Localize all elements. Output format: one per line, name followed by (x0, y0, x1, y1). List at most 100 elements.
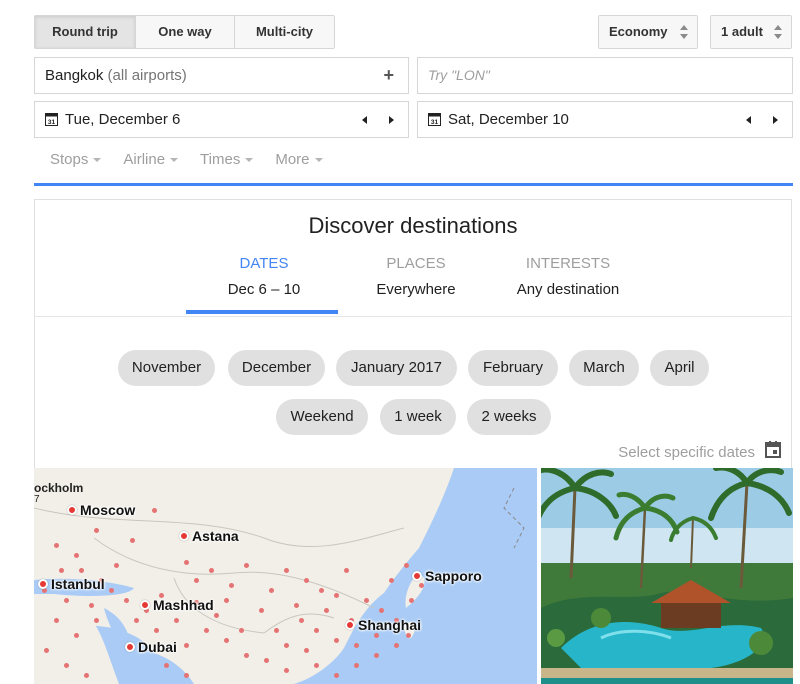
tab-value: Any destination (516, 281, 620, 298)
route-dot (389, 578, 394, 583)
caret-down-icon (93, 157, 102, 162)
prev-day-icon[interactable] (746, 115, 751, 124)
route-dot (114, 563, 119, 568)
resort-pool-image (541, 468, 793, 684)
route-dot (239, 628, 244, 633)
origin-field[interactable]: Bangkok (all airports) + (34, 57, 409, 94)
route-dot (79, 568, 84, 573)
city-label: Sapporo (425, 568, 482, 584)
calendar-icon: 31 (45, 113, 58, 126)
calendar-day: 31 (48, 119, 56, 126)
tab-dates[interactable]: DATES Dec 6 – 10 (189, 255, 339, 298)
tab-label: DATES (239, 255, 289, 272)
depart-date-field[interactable]: 31 Tue, December 6 (34, 101, 409, 138)
passengers-select[interactable]: 1 adult (710, 15, 792, 49)
duration-chip-1-week[interactable]: 1 week (380, 399, 456, 435)
duration-chip-2-weeks[interactable]: 2 weeks (467, 399, 551, 435)
route-dot (244, 563, 249, 568)
return-date-value: Sat, December 10 (448, 111, 569, 128)
return-date-field[interactable]: 31 Sat, December 10 (417, 101, 793, 138)
passengers-value: 1 adult (721, 24, 763, 39)
route-dot (184, 643, 189, 648)
city-marker-sapporo[interactable]: Sapporo (412, 568, 482, 584)
city-label: Dubai (138, 639, 177, 655)
calendar-icon[interactable] (765, 441, 781, 458)
route-dot (130, 538, 135, 543)
route-dot (44, 648, 49, 653)
city-label: Mashhad (153, 597, 214, 613)
city-marker-mashhad[interactable]: Mashhad (140, 597, 214, 613)
return-date-nav (746, 102, 778, 137)
route-dot (214, 613, 219, 618)
tab-label: INTERESTS (525, 255, 611, 272)
route-dot (152, 508, 157, 513)
calendar-day: 31 (431, 119, 439, 126)
select-specific-dates-link[interactable]: Select specific dates (618, 444, 755, 461)
month-chip-april[interactable]: April (650, 350, 709, 386)
route-dot (354, 663, 359, 668)
depart-date-value: Tue, December 6 (65, 111, 181, 128)
month-chip-december[interactable]: December (228, 350, 325, 386)
multi-city-button[interactable]: Multi-city (235, 16, 334, 48)
route-dot (284, 568, 289, 573)
city-marker-moscow[interactable]: Moscow (67, 502, 135, 518)
city-marker-istanbul[interactable]: Istanbul (38, 576, 105, 592)
active-tab-indicator (186, 310, 338, 314)
month-chip-february[interactable]: February (468, 350, 558, 386)
route-dot (74, 633, 79, 638)
route-dot (284, 643, 289, 648)
route-dot (94, 528, 99, 533)
route-dot (194, 578, 199, 583)
route-dot (124, 598, 129, 603)
destination-placeholder: Try "LON" (428, 67, 490, 83)
filter-label: Stops (50, 151, 89, 168)
city-marker-shanghai[interactable]: Shanghai (345, 617, 421, 633)
month-chip-march[interactable]: March (569, 350, 639, 386)
route-dot (94, 618, 99, 623)
duration-chip-weekend[interactable]: Weekend (276, 399, 368, 435)
route-dot (409, 598, 414, 603)
city-marker-astana[interactable]: Astana (179, 528, 239, 544)
route-dot (54, 618, 59, 623)
tab-interests[interactable]: INTERESTS Any destination (493, 255, 643, 298)
next-day-icon[interactable] (773, 115, 778, 124)
marker-dot (125, 642, 135, 652)
filter-times[interactable]: Times (200, 151, 254, 168)
city-marker-dubai[interactable]: Dubai (125, 639, 177, 655)
city-label: Shanghai (358, 617, 422, 633)
discover-title: Discover destinations (308, 213, 518, 238)
route-dot (74, 553, 79, 558)
round-trip-button[interactable]: Round trip (35, 16, 136, 48)
add-origin-plus-icon[interactable]: + (383, 58, 394, 93)
month-chip-november[interactable]: November (118, 350, 215, 386)
route-dot (404, 563, 409, 568)
destination-photo[interactable] (541, 468, 793, 684)
route-dot (374, 653, 379, 658)
month-chip-january-2017[interactable]: January 2017 (336, 350, 457, 386)
filter-more[interactable]: More (275, 151, 323, 168)
filter-airline[interactable]: Airline (123, 151, 179, 168)
tab-places[interactable]: PLACES Everywhere (341, 255, 491, 298)
route-dot (299, 618, 304, 623)
route-dot (319, 588, 324, 593)
route-dot (284, 668, 289, 673)
city-label: Istanbul (51, 576, 105, 592)
destination-field[interactable]: Try "LON" (417, 57, 793, 94)
prev-day-icon[interactable] (362, 115, 367, 124)
route-dot (209, 568, 214, 573)
marker-dot (412, 571, 422, 581)
cabin-class-select[interactable]: Economy (598, 15, 698, 49)
route-dot (164, 663, 169, 668)
route-dot (224, 598, 229, 603)
next-day-icon[interactable] (389, 115, 394, 124)
one-way-button[interactable]: One way (136, 16, 235, 48)
cabin-class-value: Economy (609, 24, 668, 39)
filter-stops[interactable]: Stops (50, 151, 102, 168)
filter-label: Airline (123, 151, 166, 168)
route-dot (229, 583, 234, 588)
route-dot (89, 603, 94, 608)
marker-dot (67, 505, 77, 515)
destinations-map[interactable]: ockholm 7 Moscow Astana Istanbul Sapporo… (34, 468, 537, 684)
city-label: Moscow (80, 502, 136, 518)
route-dot (154, 628, 159, 633)
